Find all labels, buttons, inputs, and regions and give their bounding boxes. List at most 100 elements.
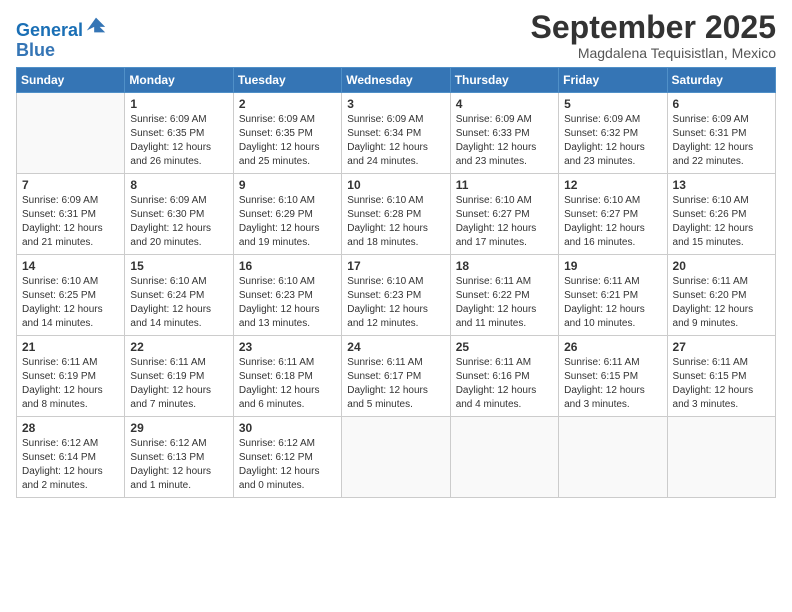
day-info: Sunrise: 6:10 AMSunset: 6:27 PMDaylight:… bbox=[564, 194, 661, 250]
day-info: Sunrise: 6:11 AMSunset: 6:15 PMDaylight:… bbox=[673, 356, 770, 412]
day-number: 5 bbox=[564, 97, 661, 111]
calendar-cell bbox=[667, 417, 775, 498]
day-info: Sunrise: 6:09 AMSunset: 6:34 PMDaylight:… bbox=[347, 113, 444, 169]
calendar-cell: 3 Sunrise: 6:09 AMSunset: 6:34 PMDaylight… bbox=[342, 93, 450, 174]
calendar-cell: 4 Sunrise: 6:09 AMSunset: 6:33 PMDaylight… bbox=[450, 93, 558, 174]
day-number: 4 bbox=[456, 97, 553, 111]
logo-general: General bbox=[16, 20, 83, 40]
day-number: 22 bbox=[130, 340, 227, 354]
day-info: Sunrise: 6:11 AMSunset: 6:15 PMDaylight:… bbox=[564, 356, 661, 412]
calendar-week-row: 21 Sunrise: 6:11 AMSunset: 6:19 PMDayligh… bbox=[17, 336, 776, 417]
day-number: 29 bbox=[130, 421, 227, 435]
calendar-week-row: 1 Sunrise: 6:09 AMSunset: 6:35 PMDaylight… bbox=[17, 93, 776, 174]
calendar-cell: 19 Sunrise: 6:11 AMSunset: 6:21 PMDayligh… bbox=[559, 255, 667, 336]
calendar-cell: 29 Sunrise: 6:12 AMSunset: 6:13 PMDayligh… bbox=[125, 417, 233, 498]
day-number: 12 bbox=[564, 178, 661, 192]
day-number: 30 bbox=[239, 421, 336, 435]
day-number: 27 bbox=[673, 340, 770, 354]
day-number: 14 bbox=[22, 259, 119, 273]
day-info: Sunrise: 6:12 AMSunset: 6:13 PMDaylight:… bbox=[130, 437, 227, 493]
col-monday: Monday bbox=[125, 68, 233, 93]
day-number: 19 bbox=[564, 259, 661, 273]
day-info: Sunrise: 6:09 AMSunset: 6:33 PMDaylight:… bbox=[456, 113, 553, 169]
day-info: Sunrise: 6:09 AMSunset: 6:35 PMDaylight:… bbox=[130, 113, 227, 169]
day-info: Sunrise: 6:09 AMSunset: 6:32 PMDaylight:… bbox=[564, 113, 661, 169]
day-info: Sunrise: 6:10 AMSunset: 6:23 PMDaylight:… bbox=[239, 275, 336, 331]
logo-text: General Blue bbox=[16, 14, 107, 61]
day-number: 24 bbox=[347, 340, 444, 354]
calendar-cell bbox=[559, 417, 667, 498]
calendar-cell bbox=[450, 417, 558, 498]
calendar-cell: 21 Sunrise: 6:11 AMSunset: 6:19 PMDayligh… bbox=[17, 336, 125, 417]
day-info: Sunrise: 6:11 AMSunset: 6:17 PMDaylight:… bbox=[347, 356, 444, 412]
day-info: Sunrise: 6:11 AMSunset: 6:20 PMDaylight:… bbox=[673, 275, 770, 331]
col-sunday: Sunday bbox=[17, 68, 125, 93]
day-info: Sunrise: 6:12 AMSunset: 6:14 PMDaylight:… bbox=[22, 437, 119, 493]
day-info: Sunrise: 6:10 AMSunset: 6:28 PMDaylight:… bbox=[347, 194, 444, 250]
day-info: Sunrise: 6:11 AMSunset: 6:21 PMDaylight:… bbox=[564, 275, 661, 331]
day-info: Sunrise: 6:11 AMSunset: 6:22 PMDaylight:… bbox=[456, 275, 553, 331]
calendar-cell: 9Sunrise: 6:10 AMSunset: 6:29 PMDaylight… bbox=[233, 174, 341, 255]
day-info: Sunrise: 6:10 AMSunset: 6:24 PMDaylight:… bbox=[130, 275, 227, 331]
page-container: General Blue September 2025 Magdalena Te… bbox=[0, 0, 792, 508]
calendar-week-row: 14Sunrise: 6:10 AMSunset: 6:25 PMDayligh… bbox=[17, 255, 776, 336]
col-wednesday: Wednesday bbox=[342, 68, 450, 93]
calendar-cell: 13Sunrise: 6:10 AMSunset: 6:26 PMDayligh… bbox=[667, 174, 775, 255]
logo-icon bbox=[85, 14, 107, 36]
day-number: 20 bbox=[673, 259, 770, 273]
calendar-cell: 17 Sunrise: 6:10 AMSunset: 6:23 PMDayligh… bbox=[342, 255, 450, 336]
calendar-cell: 26Sunrise: 6:11 AMSunset: 6:15 PMDayligh… bbox=[559, 336, 667, 417]
day-info: Sunrise: 6:10 AMSunset: 6:23 PMDaylight:… bbox=[347, 275, 444, 331]
col-saturday: Saturday bbox=[667, 68, 775, 93]
calendar-cell: 8 Sunrise: 6:09 AMSunset: 6:30 PMDaylight… bbox=[125, 174, 233, 255]
logo-blue: Blue bbox=[16, 40, 55, 60]
day-info: Sunrise: 6:11 AMSunset: 6:19 PMDaylight:… bbox=[22, 356, 119, 412]
calendar-header-row: Sunday Monday Tuesday Wednesday Thursday… bbox=[17, 68, 776, 93]
col-tuesday: Tuesday bbox=[233, 68, 341, 93]
day-info: Sunrise: 6:11 AMSunset: 6:16 PMDaylight:… bbox=[456, 356, 553, 412]
day-number: 25 bbox=[456, 340, 553, 354]
day-number: 6 bbox=[673, 97, 770, 111]
calendar-cell: 14Sunrise: 6:10 AMSunset: 6:25 PMDayligh… bbox=[17, 255, 125, 336]
subtitle: Magdalena Tequisistlan, Mexico bbox=[531, 45, 776, 61]
calendar-cell: 18 Sunrise: 6:11 AMSunset: 6:22 PMDayligh… bbox=[450, 255, 558, 336]
day-number: 23 bbox=[239, 340, 336, 354]
day-number: 2 bbox=[239, 97, 336, 111]
calendar-cell: 30Sunrise: 6:12 AMSunset: 6:12 PMDayligh… bbox=[233, 417, 341, 498]
day-number: 13 bbox=[673, 178, 770, 192]
day-info: Sunrise: 6:09 AMSunset: 6:31 PMDaylight:… bbox=[673, 113, 770, 169]
day-number: 10 bbox=[347, 178, 444, 192]
title-block: September 2025 Magdalena Tequisistlan, M… bbox=[531, 10, 776, 61]
day-number: 3 bbox=[347, 97, 444, 111]
day-number: 18 bbox=[456, 259, 553, 273]
day-number: 16 bbox=[239, 259, 336, 273]
day-number: 21 bbox=[22, 340, 119, 354]
day-info: Sunrise: 6:09 AMSunset: 6:35 PMDaylight:… bbox=[239, 113, 336, 169]
page-header: General Blue September 2025 Magdalena Te… bbox=[16, 10, 776, 61]
day-info: Sunrise: 6:09 AMSunset: 6:30 PMDaylight:… bbox=[130, 194, 227, 250]
day-number: 15 bbox=[130, 259, 227, 273]
day-number: 8 bbox=[130, 178, 227, 192]
calendar-table: Sunday Monday Tuesday Wednesday Thursday… bbox=[16, 67, 776, 498]
logo: General Blue bbox=[16, 14, 107, 61]
calendar-cell: 7Sunrise: 6:09 AMSunset: 6:31 PMDaylight… bbox=[17, 174, 125, 255]
calendar-cell: 6 Sunrise: 6:09 AMSunset: 6:31 PMDaylight… bbox=[667, 93, 775, 174]
calendar-cell: 27 Sunrise: 6:11 AMSunset: 6:15 PMDayligh… bbox=[667, 336, 775, 417]
day-number: 28 bbox=[22, 421, 119, 435]
calendar-week-row: 28 Sunrise: 6:12 AMSunset: 6:14 PMDayligh… bbox=[17, 417, 776, 498]
calendar-week-row: 7Sunrise: 6:09 AMSunset: 6:31 PMDaylight… bbox=[17, 174, 776, 255]
day-number: 1 bbox=[130, 97, 227, 111]
calendar-cell: 1 Sunrise: 6:09 AMSunset: 6:35 PMDaylight… bbox=[125, 93, 233, 174]
col-thursday: Thursday bbox=[450, 68, 558, 93]
calendar-cell: 23Sunrise: 6:11 AMSunset: 6:18 PMDayligh… bbox=[233, 336, 341, 417]
calendar-cell bbox=[342, 417, 450, 498]
day-number: 17 bbox=[347, 259, 444, 273]
calendar-cell: 22 Sunrise: 6:11 AMSunset: 6:19 PMDayligh… bbox=[125, 336, 233, 417]
calendar-cell: 15 Sunrise: 6:10 AMSunset: 6:24 PMDayligh… bbox=[125, 255, 233, 336]
day-number: 11 bbox=[456, 178, 553, 192]
day-info: Sunrise: 6:10 AMSunset: 6:29 PMDaylight:… bbox=[239, 194, 336, 250]
day-number: 7 bbox=[22, 178, 119, 192]
calendar-cell: 28 Sunrise: 6:12 AMSunset: 6:14 PMDayligh… bbox=[17, 417, 125, 498]
calendar-cell: 10 Sunrise: 6:10 AMSunset: 6:28 PMDayligh… bbox=[342, 174, 450, 255]
day-info: Sunrise: 6:11 AMSunset: 6:19 PMDaylight:… bbox=[130, 356, 227, 412]
